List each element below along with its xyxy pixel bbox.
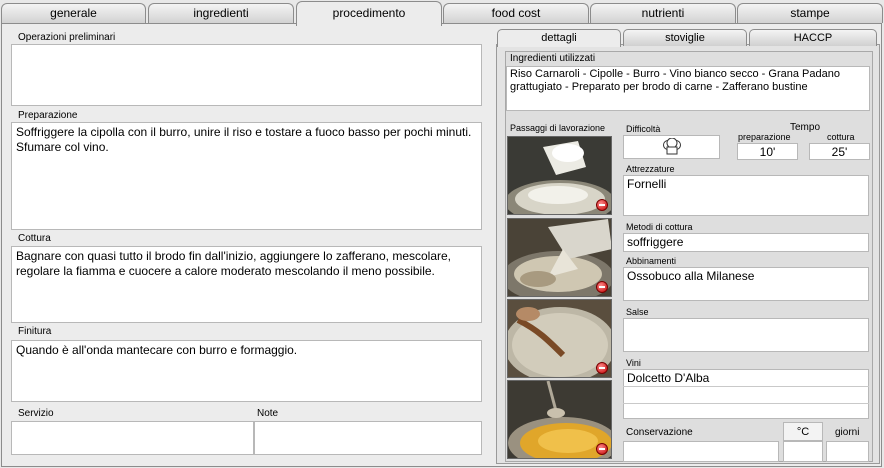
delete-icon[interactable] <box>596 281 608 293</box>
celsius-button[interactable]: °C <box>783 422 823 441</box>
subtab-stoviglie[interactable]: stoviglie <box>623 29 747 46</box>
vini-row-divider <box>623 386 869 387</box>
subtab-haccp[interactable]: HACCP <box>749 29 877 46</box>
vini-label: Vini <box>626 358 641 368</box>
difficolta-label: Difficoltà <box>626 124 661 134</box>
attrezzature-field[interactable]: Fornelli <box>623 175 869 216</box>
tab-nutrienti[interactable]: nutrienti <box>590 3 736 23</box>
metodi-field[interactable]: soffriggere <box>623 233 869 252</box>
tempo-preparazione-label: preparazione <box>738 132 791 142</box>
tab-procedimento[interactable]: procedimento <box>296 1 442 26</box>
servizio-label: Servizio <box>18 408 54 419</box>
metodi-label: Metodi di cottura <box>626 222 693 232</box>
cottura-field[interactable]: Bagnare con quasi tutto il brodo fin dal… <box>11 246 482 323</box>
step-photo-4[interactable] <box>507 380 612 459</box>
step-photo-1[interactable] <box>507 136 612 215</box>
tempo-cottura-field[interactable]: 25' <box>809 143 870 160</box>
delete-icon[interactable] <box>596 443 608 455</box>
vini-row-divider <box>623 403 869 404</box>
cottura-label: Cottura <box>18 233 51 244</box>
passaggi-label: Passaggi di lavorazione <box>510 123 606 133</box>
note-field[interactable] <box>254 421 482 455</box>
step-photo-3[interactable] <box>507 299 612 378</box>
note-label: Note <box>257 408 279 419</box>
finitura-field[interactable]: Quando è all'onda mantecare con burro e … <box>11 340 482 402</box>
tempo-label: Tempo <box>790 122 821 133</box>
salse-field[interactable] <box>623 318 869 352</box>
ingredienti-utilizzati-label: Ingredienti utilizzati <box>510 53 596 64</box>
preparazione-field[interactable]: Soffriggere la cipolla con il burro, uni… <box>11 122 482 230</box>
chef-hat-icon <box>663 138 681 155</box>
step-photo-2[interactable] <box>507 218 612 297</box>
preparazione-label: Preparazione <box>18 110 78 121</box>
vini-field[interactable]: Dolcetto D'Alba <box>623 369 869 419</box>
salse-label: Salse <box>626 307 649 317</box>
servizio-field[interactable] <box>11 421 254 455</box>
difficolta-field[interactable] <box>623 135 720 159</box>
operazioni-field[interactable] <box>11 44 482 106</box>
delete-icon[interactable] <box>596 199 608 211</box>
tempo-cottura-label: cottura <box>827 132 855 142</box>
tab-food-cost[interactable]: food cost <box>443 3 589 23</box>
temperatura-field[interactable] <box>783 441 823 462</box>
tab-generale[interactable]: generale <box>1 3 146 23</box>
finitura-label: Finitura <box>18 326 52 337</box>
attrezzature-label: Attrezzature <box>626 164 675 174</box>
operazioni-label: Operazioni preliminari <box>18 32 116 43</box>
ingredienti-utilizzati-field[interactable]: Riso Carnaroli - Cipolle - Burro - Vino … <box>506 66 870 111</box>
tab-stampe[interactable]: stampe <box>737 3 883 23</box>
tab-ingredienti[interactable]: ingredienti <box>148 3 294 23</box>
abbinamenti-field[interactable]: Ossobuco alla Milanese <box>623 267 869 301</box>
conservazione-field[interactable] <box>623 441 779 462</box>
subtab-dettagli[interactable]: dettagli <box>497 29 621 47</box>
conservazione-label: Conservazione <box>626 427 693 438</box>
abbinamenti-label: Abbinamenti <box>626 256 677 266</box>
tempo-preparazione-field[interactable]: 10' <box>737 143 798 160</box>
giorni-field[interactable] <box>826 441 869 462</box>
giorni-label: giorni <box>835 427 860 438</box>
delete-icon[interactable] <box>596 362 608 374</box>
